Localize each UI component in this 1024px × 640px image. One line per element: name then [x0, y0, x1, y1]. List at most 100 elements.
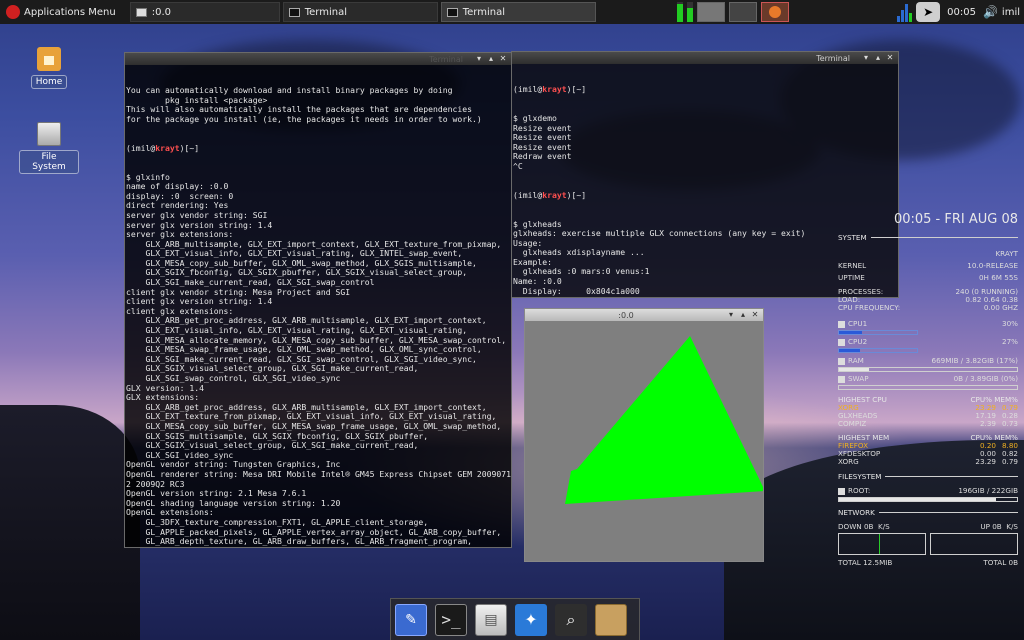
maximize-button[interactable]: ▴: [487, 55, 495, 63]
process-row: XORG 23.29 0.79: [838, 458, 1018, 466]
applications-menu-label: Applications Menu: [24, 6, 116, 18]
process-cpu: 2.39: [979, 419, 996, 428]
cpu1-usage: 30%: [1002, 319, 1018, 328]
cpu-icon: [838, 320, 845, 328]
cpu1-bar: [838, 330, 918, 335]
terminal-output[interactable]: You can automatically download and insta…: [125, 65, 511, 547]
process-name: XORG: [838, 457, 859, 466]
desktop-icon-home[interactable]: Home: [19, 47, 79, 89]
window-icon: [135, 7, 147, 17]
close-button[interactable]: ✕: [499, 55, 507, 63]
root-usage: 196GIB / 222GIB: [958, 486, 1018, 495]
user-label[interactable]: imil: [1002, 7, 1020, 18]
minimize-button[interactable]: ▾: [727, 311, 735, 319]
section-system: SYSTEM: [838, 233, 1018, 242]
gl-canvas: [525, 321, 763, 561]
window-title: Terminal: [816, 53, 850, 63]
conky-datetime: 00:05 - FRI AUG 08: [893, 212, 1018, 227]
file-cabinet-icon: ▤: [484, 611, 498, 628]
drawing-icon: ✎: [405, 611, 417, 628]
taskbar-item-label: Terminal: [304, 6, 347, 18]
dock-folder-button[interactable]: [595, 603, 627, 636]
process-row: COMPIZ 2.39 0.73: [838, 420, 1018, 428]
top-panel: Applications Menu :0.0 Terminal Terminal…: [0, 0, 1024, 24]
window-titlebar[interactable]: :0.0 ▾ ▴ ✕: [525, 309, 763, 321]
process-mem: 0.79: [1001, 457, 1018, 466]
system-tray: ➤ 00:05 🔊 imil: [677, 0, 1024, 24]
process-name: COMPIZ: [838, 419, 867, 428]
terminal-icon: [446, 7, 458, 17]
total-down: TOTAL 12.5MIB: [838, 558, 893, 567]
maximize-button[interactable]: ▴: [874, 54, 882, 62]
process-cpu: 23.29: [975, 457, 996, 466]
net-down: DOWN 0B K/S: [838, 522, 890, 531]
cpu-meter: [677, 2, 684, 22]
applications-menu-button[interactable]: Applications Menu: [0, 0, 122, 24]
close-button[interactable]: ✕: [886, 54, 894, 62]
terminal-line: for the package you install (ie, the pac…: [126, 113, 482, 124]
drive-icon: [37, 122, 61, 146]
upload-graph: [930, 533, 1018, 555]
dock: ✎ >_ ▤ ✦ ⌕: [390, 598, 640, 640]
bsd-logo-icon: [6, 5, 20, 19]
section-network: NETWORK: [838, 508, 1018, 517]
taskbar-item-terminal-1[interactable]: Terminal: [282, 2, 438, 22]
conky-system-monitor: 00:05 - FRI AUG 08 SYSTEM KRAYT KERNEL 10…: [838, 212, 1018, 567]
desktop-icon-label: File System: [19, 150, 79, 174]
download-graph: [838, 533, 926, 555]
swap-icon: [838, 375, 845, 383]
maximize-button[interactable]: ▴: [739, 311, 747, 319]
cpu2-bar: [838, 348, 918, 353]
ram-bar: [838, 367, 1018, 372]
taskbar-item-label: Terminal: [462, 6, 505, 18]
home-folder-icon: [37, 47, 61, 71]
taskbar-item-display[interactable]: :0.0: [129, 2, 280, 22]
dock-search-button[interactable]: ⌕: [555, 603, 587, 636]
hostname: KRAYT: [995, 249, 1018, 258]
firefox-icon: [769, 6, 782, 18]
terminal-icon: [288, 7, 300, 17]
process-mem: 0.73: [1001, 419, 1018, 428]
workspace-1[interactable]: [697, 2, 726, 22]
window-title: :0.0: [618, 310, 634, 320]
window-titlebar[interactable]: Terminal ▾ ▴ ✕: [125, 53, 511, 65]
cpu-frequency: 0.00 GHZ: [983, 303, 1018, 312]
swap-usage: 0B / 3.89GIB (0%): [953, 374, 1018, 383]
dock-drawing-app-button[interactable]: ✎: [395, 603, 427, 636]
minimize-button[interactable]: ▾: [862, 54, 870, 62]
background-hill-left: [0, 405, 140, 640]
workspace-2[interactable]: [729, 2, 758, 22]
terminal-icon: >_: [441, 610, 461, 629]
glxheads-render-window[interactable]: :0.0 ▾ ▴ ✕: [524, 308, 764, 562]
net-up: UP 0B K/S: [980, 522, 1018, 531]
magnifier-icon: ⌕: [566, 609, 576, 629]
ram-usage: 669MIB / 3.82GIB (17%): [931, 356, 1018, 365]
root-bar: [838, 497, 1018, 502]
window-titlebar[interactable]: Terminal ▾ ▴ ✕: [512, 52, 898, 64]
pointer-icon[interactable]: ➤: [916, 2, 941, 22]
taskbar-item-label: :0.0: [151, 6, 171, 18]
panel-clock[interactable]: 00:05: [944, 7, 979, 18]
volume-icon[interactable]: 🔊: [983, 5, 998, 19]
cpu2-usage: 27%: [1002, 337, 1018, 346]
terminal-window-glxinfo[interactable]: Terminal ▾ ▴ ✕ You can automatically dow…: [124, 52, 512, 548]
dock-file-manager-button[interactable]: ▤: [475, 603, 507, 636]
terminal-line: ^C: [513, 160, 523, 171]
section-filesystem: FILESYSTEM: [838, 472, 1018, 481]
compass-icon: ✦: [524, 610, 538, 629]
taskbar-item-terminal-2[interactable]: Terminal: [440, 2, 596, 22]
window-title: Terminal: [429, 54, 463, 64]
minimize-button[interactable]: ▾: [475, 55, 483, 63]
network-activity-icon: [897, 2, 913, 22]
uptime: 0H 6M 55S: [978, 273, 1018, 282]
workspace-3[interactable]: [761, 2, 790, 22]
disk-icon: [838, 487, 845, 495]
close-button[interactable]: ✕: [751, 311, 759, 319]
total-up: TOTAL 0B: [983, 558, 1018, 567]
kernel-version: 10.0-RELEASE: [967, 261, 1018, 270]
dock-web-browser-button[interactable]: ✦: [515, 603, 547, 636]
cpu-icon: [838, 338, 845, 346]
desktop-icon-label: Home: [30, 75, 68, 89]
dock-terminal-button[interactable]: >_: [435, 603, 467, 636]
desktop-icon-file-system[interactable]: File System: [19, 122, 79, 174]
